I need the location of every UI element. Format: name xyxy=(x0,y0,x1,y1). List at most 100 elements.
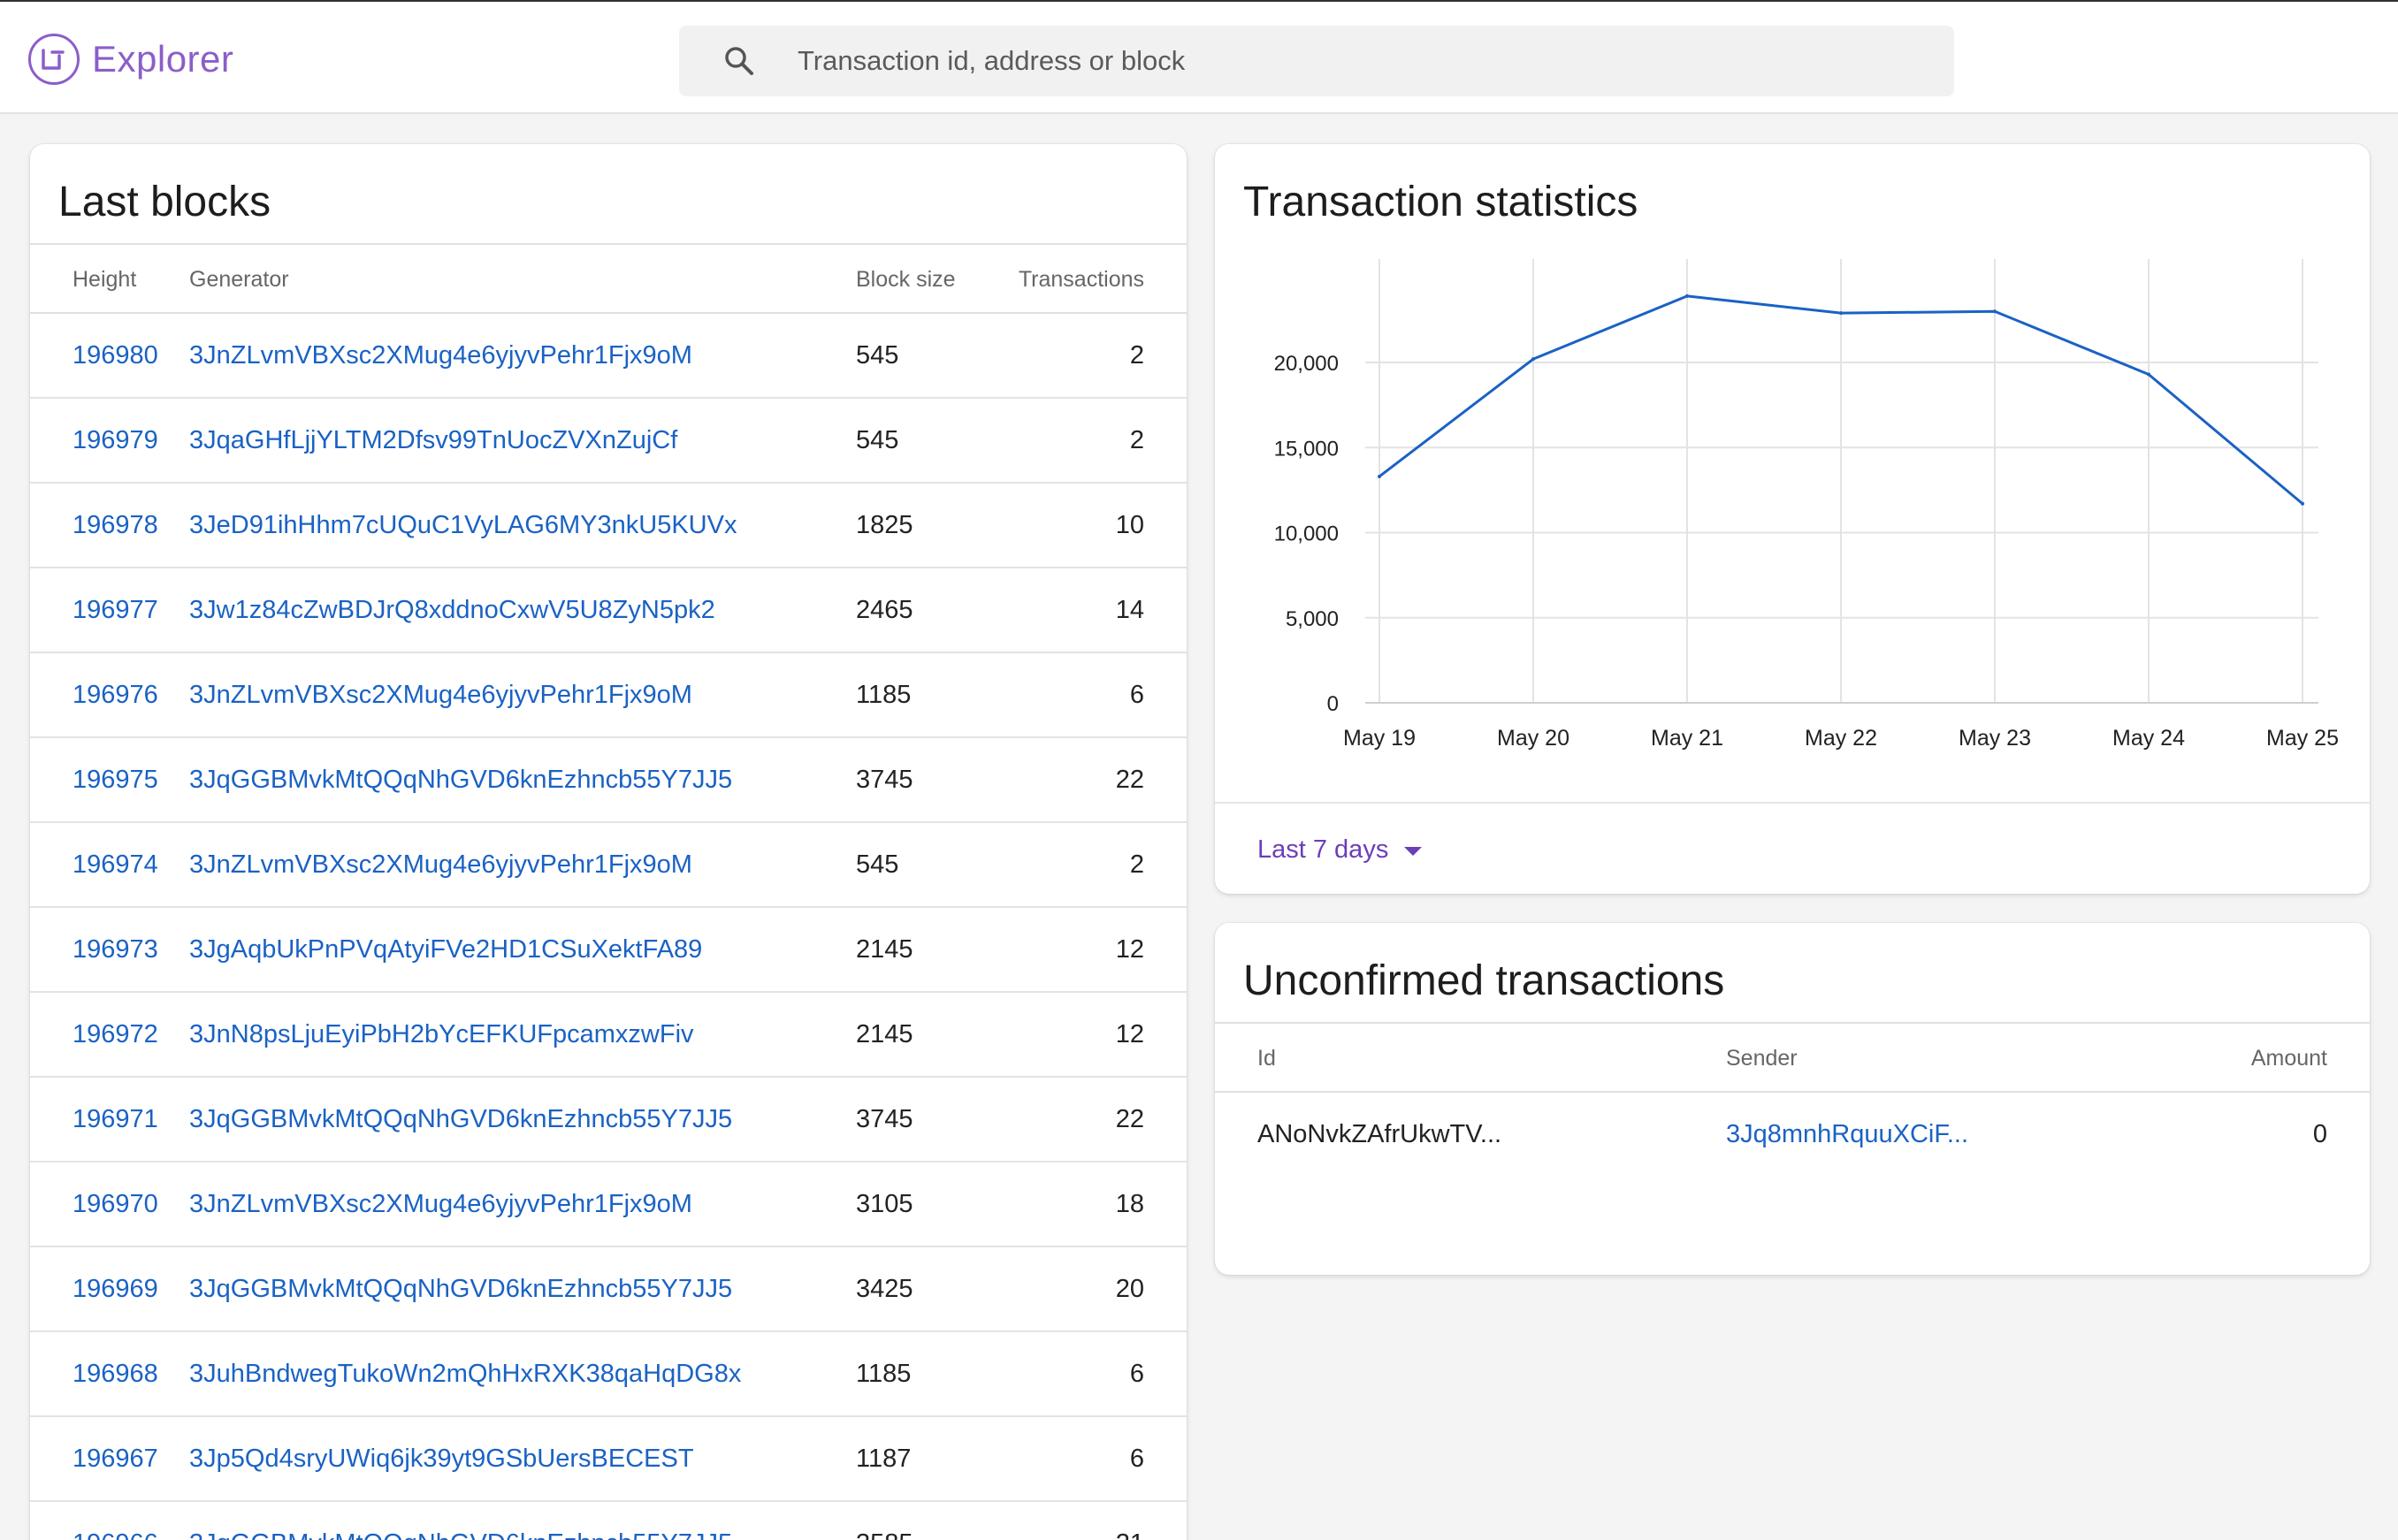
data-point xyxy=(1839,311,1843,316)
block-height-link[interactable]: 196975 xyxy=(73,766,158,795)
transaction-count: 14 xyxy=(1115,596,1144,624)
generator-link[interactable]: 3JqGGBMvkMtQQqNhGVD6knEzhncb55Y7JJ5 xyxy=(189,1105,732,1134)
table-row: 196974 3JnZLvmVBXsc2XMug4e6yjyvPehr1Fjx9o… xyxy=(30,823,1187,908)
generator-link[interactable]: 3JnN8psLjuEyiPbH2bYcEFKUFpcamxzwFiv xyxy=(189,1020,694,1049)
generator-link[interactable]: 3JeD91ihHhm7cUQuC1VyLAG6MY3nkU5KUVx xyxy=(189,511,737,540)
transaction-count: 2 xyxy=(1129,341,1144,370)
generator-link[interactable]: 3Jp5Qd4sryUWiq6jk39yt9GSbUersBECEST xyxy=(189,1445,694,1474)
last-blocks-title: Last blocks xyxy=(58,179,271,225)
x-tick-label: May 22 xyxy=(1805,726,1877,751)
search-input[interactable] xyxy=(798,45,1859,77)
data-point xyxy=(1685,294,1689,298)
generator-link[interactable]: 3JnZLvmVBXsc2XMug4e6yjyvPehr1Fjx9oM xyxy=(189,341,692,370)
generator-link[interactable]: 3JqGGBMvkMtQQqNhGVD6knEzhncb55Y7JJ5 xyxy=(189,766,732,795)
column-header-block-size: Block size xyxy=(856,267,956,292)
block-height-link[interactable]: 196968 xyxy=(73,1360,158,1389)
column-header-sender: Sender xyxy=(1726,1046,1798,1071)
block-height-link[interactable]: 196978 xyxy=(73,511,158,540)
x-tick-label: May 20 xyxy=(1497,726,1569,751)
table-row: 196966 3JqGGBMvkMtQQqNhGVD6knEzhncb55Y7JJ… xyxy=(30,1502,1187,1540)
block-height-link[interactable]: 196967 xyxy=(73,1445,158,1474)
generator-link[interactable]: 3JqaGHfLjjYLTM2Dfsv99TnUocZVXnZujCf xyxy=(189,426,677,455)
transaction-count: 6 xyxy=(1129,1445,1144,1473)
block-height-link[interactable]: 196976 xyxy=(73,681,158,710)
app-name: Explorer xyxy=(92,38,234,80)
brand[interactable]: Explorer xyxy=(28,32,233,87)
generator-link[interactable]: 3JnZLvmVBXsc2XMug4e6yjyvPehr1Fjx9oM xyxy=(189,850,692,880)
column-header-id: Id xyxy=(1257,1046,1276,1071)
block-size: 3745 xyxy=(856,1105,913,1133)
generator-link[interactable]: 3JqGGBMvkMtQQqNhGVD6knEzhncb55Y7JJ5 xyxy=(189,1275,732,1304)
table-body: 196980 3JnZLvmVBXsc2XMug4e6yjyvPehr1Fjx9o… xyxy=(30,314,1187,1540)
data-point xyxy=(1378,474,1381,478)
table-row: 196977 3Jw1z84cZwBDJrQ8xddnoCxwV5U8ZyN5pk… xyxy=(30,568,1187,653)
column-header-generator: Generator xyxy=(189,267,289,292)
y-tick-label: 10,000 xyxy=(1274,522,1339,546)
range-label: Last 7 days xyxy=(1257,835,1389,864)
data-point xyxy=(2147,372,2150,377)
block-height-link[interactable]: 196970 xyxy=(73,1190,158,1219)
block-height-link[interactable]: 196977 xyxy=(73,596,158,625)
block-size: 1825 xyxy=(856,511,913,539)
last-blocks-card: Last blocks Height Generator Block size … xyxy=(30,144,1187,1540)
data-point xyxy=(1993,309,1997,314)
transaction-count: 22 xyxy=(1115,766,1144,794)
block-size: 3745 xyxy=(856,766,913,794)
transaction-count: 22 xyxy=(1115,1105,1144,1133)
unconfirmed-transactions-card: Unconfirmed transactions Id Sender Amoun… xyxy=(1215,923,2370,1275)
block-height-link[interactable]: 196969 xyxy=(73,1275,158,1304)
transaction-count: 6 xyxy=(1129,1360,1144,1388)
block-size: 545 xyxy=(856,341,899,370)
search-icon xyxy=(725,47,753,75)
table-row: 196968 3JuhBndwegTukoWn2mQhHxRXK38qaHqDG8… xyxy=(30,1332,1187,1417)
block-height-link[interactable]: 196980 xyxy=(73,341,158,370)
transaction-id: ANoNvkZAfrUkwTV... xyxy=(1257,1120,1502,1148)
block-size: 3105 xyxy=(856,1190,913,1218)
block-size: 1185 xyxy=(856,1360,912,1388)
generator-link[interactable]: 3JnZLvmVBXsc2XMug4e6yjyvPehr1Fjx9oM xyxy=(189,681,692,710)
block-size: 3585 xyxy=(856,1529,913,1540)
transaction-count: 6 xyxy=(1129,681,1144,709)
table-row: 196976 3JnZLvmVBXsc2XMug4e6yjyvPehr1Fjx9o… xyxy=(30,653,1187,738)
block-height-link[interactable]: 196972 xyxy=(73,1020,158,1049)
caret-down-icon xyxy=(1404,847,1423,856)
data-point xyxy=(1531,357,1535,362)
generator-link[interactable]: 3Jw1z84cZwBDJrQ8xddnoCxwV5U8ZyN5pk2 xyxy=(189,596,715,625)
transaction-count: 20 xyxy=(1115,1275,1144,1303)
table-header: Height Generator Block size Transactions xyxy=(30,243,1187,314)
generator-link[interactable]: 3JuhBndwegTukoWn2mQhHxRXK38qaHqDG8x xyxy=(189,1360,741,1389)
block-size: 2145 xyxy=(856,935,913,964)
block-height-link[interactable]: 196973 xyxy=(73,935,158,964)
unconfirmed-transactions-title: Unconfirmed transactions xyxy=(1243,957,1725,1004)
x-tick-label: May 23 xyxy=(1959,726,2031,751)
transaction-count: 10 xyxy=(1115,511,1144,539)
column-header-height: Height xyxy=(73,267,137,292)
block-height-link[interactable]: 196974 xyxy=(73,850,158,880)
search-bar[interactable] xyxy=(679,26,1954,96)
sender-link[interactable]: 3Jq8mnhRquuXCiF... xyxy=(1726,1120,1968,1149)
table-row: 196971 3JqGGBMvkMtQQqNhGVD6knEzhncb55Y7JJ… xyxy=(30,1078,1187,1163)
block-height-link[interactable]: 196966 xyxy=(73,1529,158,1540)
block-height-link[interactable]: 196971 xyxy=(73,1105,158,1134)
block-size: 545 xyxy=(856,850,899,879)
transaction-count: 2 xyxy=(1129,850,1144,879)
block-size: 1187 xyxy=(856,1445,912,1473)
x-tick-label: May 25 xyxy=(2266,726,2339,751)
block-height-link[interactable]: 196979 xyxy=(73,426,158,455)
block-size: 3425 xyxy=(856,1275,913,1303)
transaction-count: 2 xyxy=(1129,426,1144,454)
transaction-count: 12 xyxy=(1115,935,1144,964)
y-tick-label: 0 xyxy=(1327,692,1339,716)
top-bar: Explorer xyxy=(0,0,2398,114)
column-header-transactions: Transactions xyxy=(1018,267,1144,292)
block-size: 2465 xyxy=(856,596,913,624)
range-dropdown[interactable]: Last 7 days xyxy=(1257,804,1423,894)
table-row: 196973 3JgAqbUkPnPVqAtyiFVe2HD1CSuXektFA8… xyxy=(30,908,1187,993)
x-tick-label: May 21 xyxy=(1651,726,1723,751)
generator-link[interactable]: 3JqGGBMvkMtQQqNhGVD6knEzhncb55Y7JJ5 xyxy=(189,1529,732,1540)
generator-link[interactable]: 3JnZLvmVBXsc2XMug4e6yjyvPehr1Fjx9oM xyxy=(189,1190,692,1219)
table-row: 196970 3JnZLvmVBXsc2XMug4e6yjyvPehr1Fjx9o… xyxy=(30,1163,1187,1247)
generator-link[interactable]: 3JgAqbUkPnPVqAtyiFVe2HD1CSuXektFA89 xyxy=(189,935,702,964)
transaction-count: 18 xyxy=(1115,1190,1144,1218)
block-size: 1185 xyxy=(856,681,912,709)
